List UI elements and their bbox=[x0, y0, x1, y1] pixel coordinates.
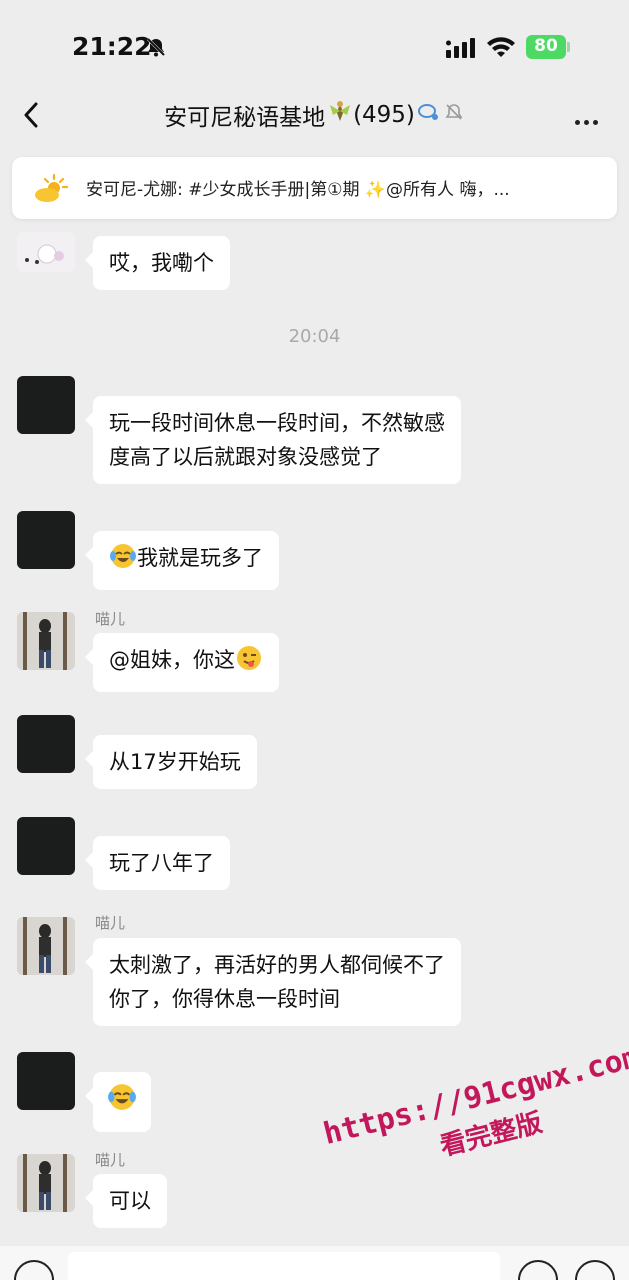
sun-cloud-icon bbox=[34, 173, 69, 207]
message-bubble[interactable]: 太刺激了，再活好的男人都伺候不了 你了，你得休息一段时间 bbox=[85, 938, 461, 1026]
fairy-emoji-icon bbox=[327, 99, 353, 131]
sender-name: 喵儿 bbox=[95, 610, 126, 628]
message-text-line: 玩一段时间休息一段时间，不然敏感 bbox=[109, 411, 445, 435]
message-text: 玩了八年了 bbox=[109, 851, 214, 875]
message-bubble[interactable]: 可以 bbox=[85, 1174, 167, 1228]
message-text: 哎，我嘞个 bbox=[109, 251, 214, 275]
chat-header: 安可尼秘语基地 (495) bbox=[0, 88, 629, 142]
avatar[interactable] bbox=[17, 232, 75, 272]
voice-input-button[interactable] bbox=[14, 1260, 54, 1280]
group-notice-banner[interactable]: 安可尼-尤娜: #少女成长手册|第①期 ✨@所有人 嗨，... bbox=[12, 157, 617, 219]
sender-name: 喵儿 bbox=[95, 1151, 126, 1169]
avatar[interactable] bbox=[17, 817, 75, 875]
bell-muted-icon bbox=[145, 36, 167, 62]
message-timestamp: 20:04 bbox=[288, 326, 341, 347]
message-bubble[interactable] bbox=[85, 1072, 151, 1132]
chat-bubbles-icon bbox=[417, 102, 441, 128]
message-text: 我就是玩多了 bbox=[137, 546, 263, 570]
avatar[interactable] bbox=[17, 715, 75, 773]
group-name: 安可尼秘语基地 bbox=[164, 105, 326, 131]
avatar[interactable] bbox=[17, 1154, 75, 1212]
wink-tongue-emoji-icon bbox=[235, 644, 263, 682]
watermark: https://91cgwx.com 看完整版 bbox=[320, 1039, 629, 1189]
message-text: 从17岁开始玩 bbox=[109, 750, 241, 774]
crying-laughing-emoji-icon bbox=[107, 1082, 137, 1122]
cellular-signal-icon bbox=[446, 38, 478, 62]
input-bar bbox=[0, 1246, 629, 1280]
avatar[interactable] bbox=[17, 1052, 75, 1110]
message-text: 可以 bbox=[109, 1189, 151, 1213]
member-count: (495) bbox=[353, 102, 415, 128]
status-time: 21:22 bbox=[72, 32, 152, 61]
notice-text: 安可尼-尤娜: #少女成长手册|第①期 ✨@所有人 嗨，... bbox=[86, 180, 510, 200]
status-bar: 21:22 80 bbox=[0, 0, 629, 90]
avatar[interactable] bbox=[17, 511, 75, 569]
message-bubble[interactable]: 玩一段时间休息一段时间，不然敏感 度高了以后就跟对象没感觉了 bbox=[85, 396, 461, 484]
message-text-line: 你了，你得休息一段时间 bbox=[109, 987, 340, 1011]
emoji-button[interactable] bbox=[518, 1260, 558, 1280]
message-text-line: 太刺激了，再活好的男人都伺候不了 bbox=[109, 953, 445, 977]
more-actions-button[interactable] bbox=[575, 1260, 615, 1280]
message-bubble[interactable]: 我就是玩多了 bbox=[85, 531, 279, 590]
battery-level: 80 bbox=[534, 36, 558, 56]
sender-name: 喵儿 bbox=[95, 914, 126, 932]
message-input[interactable] bbox=[68, 1252, 500, 1280]
message-text-line: 度高了以后就跟对象没感觉了 bbox=[109, 445, 382, 469]
message-bubble[interactable]: 玩了八年了 bbox=[85, 836, 230, 890]
message-text: @姐妹，你这 bbox=[109, 648, 235, 672]
avatar[interactable] bbox=[17, 612, 75, 670]
message-bubble[interactable]: @姐妹，你这 bbox=[85, 633, 279, 692]
battery-icon: 80 bbox=[526, 35, 570, 59]
more-options-button[interactable] bbox=[575, 110, 602, 129]
avatar[interactable] bbox=[17, 917, 75, 975]
wifi-icon bbox=[486, 35, 516, 63]
crying-laughing-emoji-icon bbox=[109, 542, 137, 580]
chat-title: 安可尼秘语基地 (495) bbox=[0, 98, 629, 132]
message-bubble[interactable]: 哎，我嘞个 bbox=[85, 236, 230, 290]
mute-bell-icon bbox=[443, 101, 465, 129]
message-bubble[interactable]: 从17岁开始玩 bbox=[85, 735, 257, 789]
avatar[interactable] bbox=[17, 376, 75, 434]
